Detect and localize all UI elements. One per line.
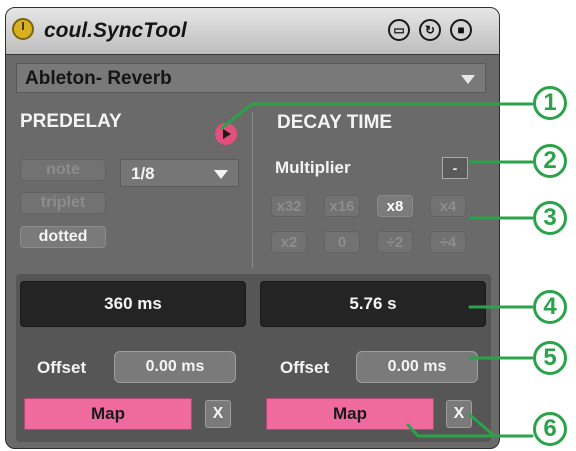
- callout-6-line-b: [468, 413, 494, 436]
- callout-badge-4: 4: [533, 290, 567, 324]
- callout-badge-5: 5: [533, 341, 567, 375]
- callout-badge-1: 1: [533, 86, 567, 120]
- callout-badge-3: 3: [533, 201, 567, 235]
- callout-badge-2: 2: [533, 144, 567, 178]
- callout-6-line-a: [406, 423, 534, 438]
- callout-1-line: [220, 102, 534, 130]
- callout-badge-6: 6: [533, 412, 567, 446]
- callout-lines: [220, 102, 534, 438]
